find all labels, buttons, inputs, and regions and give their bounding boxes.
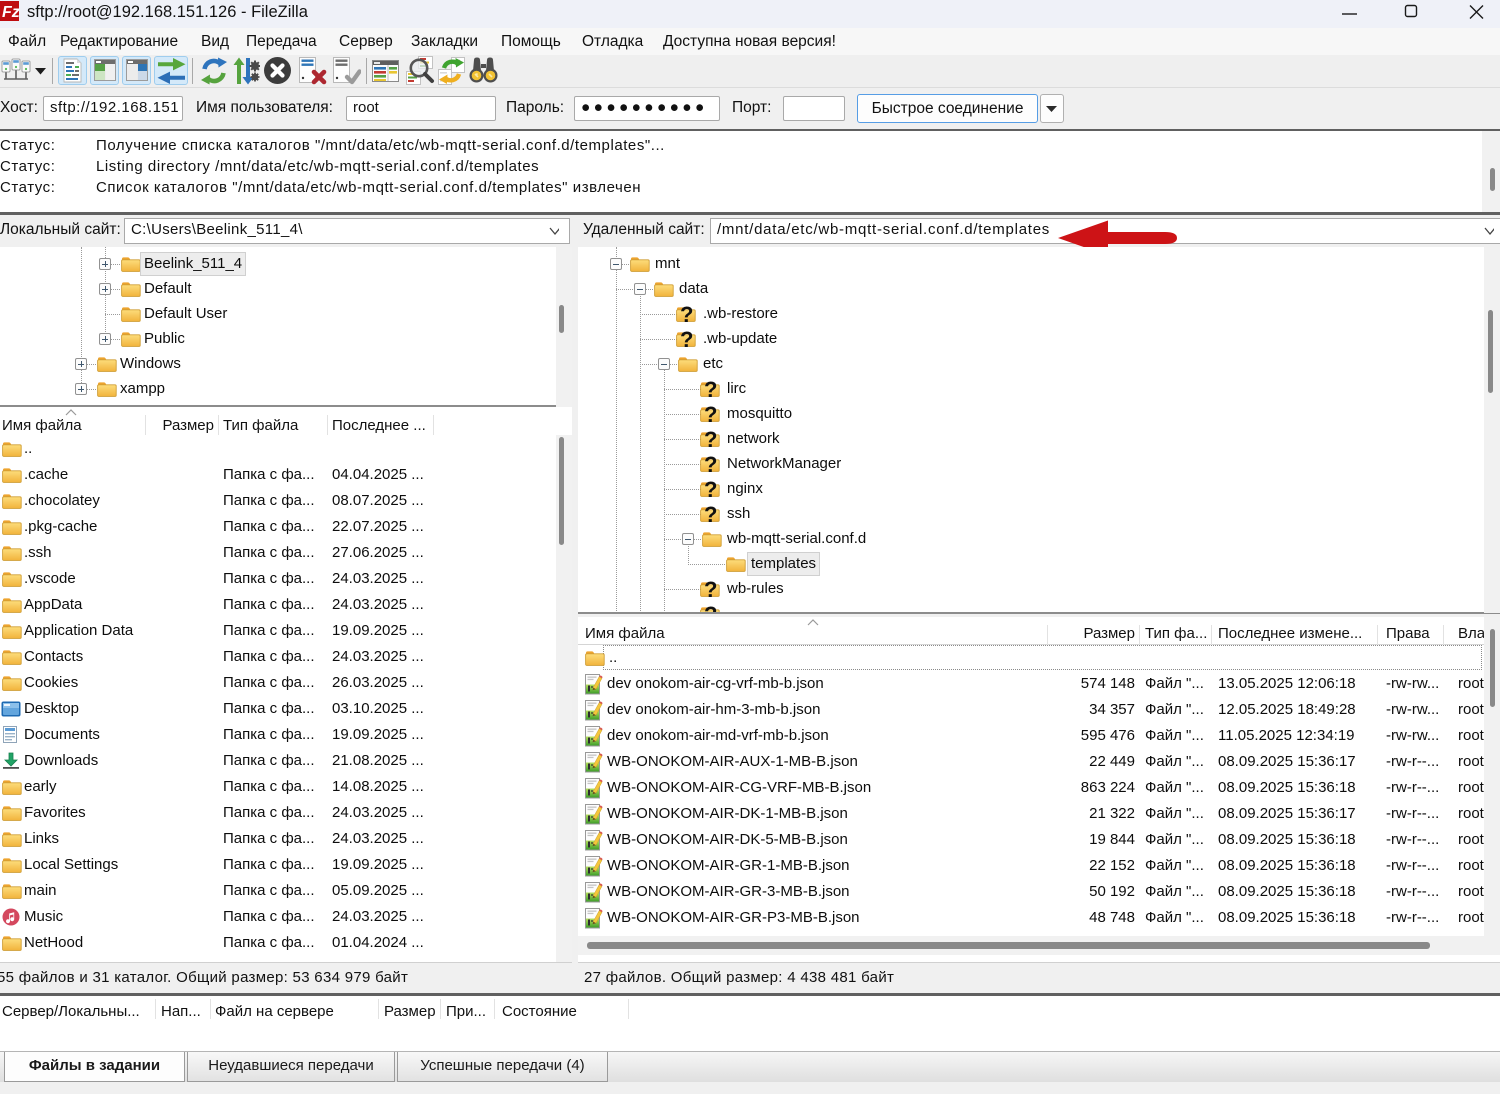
svg-text:?: ?: [680, 303, 693, 327]
svg-text:Fz: Fz: [2, 4, 19, 21]
svg-text:?: ?: [704, 603, 717, 612]
svg-text:?: ?: [704, 503, 717, 527]
svg-text:?: ?: [704, 428, 717, 452]
svg-text:?: ?: [704, 378, 717, 402]
svg-text:?: ?: [680, 328, 693, 352]
svg-text:?: ?: [704, 478, 717, 502]
svg-text:?: ?: [704, 453, 717, 477]
svg-text:?: ?: [704, 403, 717, 427]
svg-text:?: ?: [704, 578, 717, 602]
